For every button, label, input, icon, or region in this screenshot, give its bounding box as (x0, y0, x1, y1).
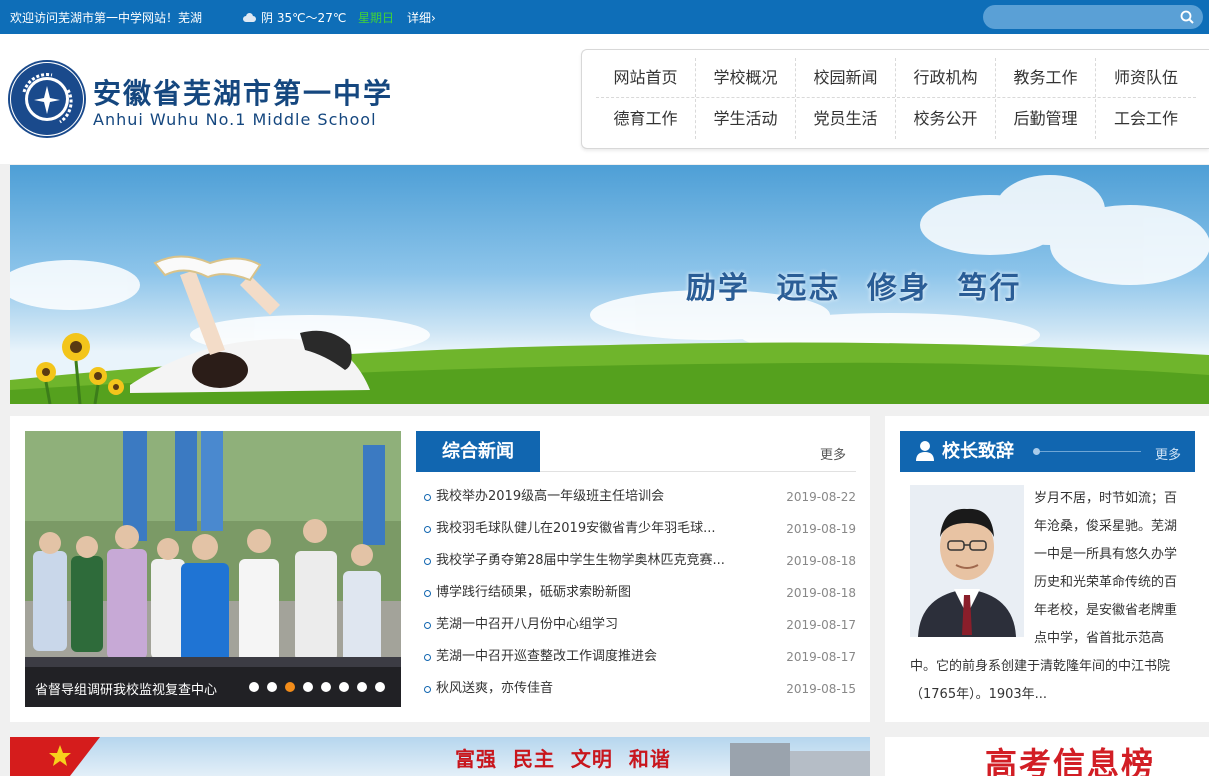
principal-more-link[interactable]: 更多 (1155, 444, 1181, 463)
news-item[interactable]: 博学践行结硕果，砥砺求索盼新图 2019-08-18 (416, 577, 856, 609)
gaokao-title: 高考信息榜 (985, 745, 1156, 776)
news-item-title[interactable]: 我校举办2019级高一年级班主任培训会 (436, 481, 664, 513)
news-item[interactable]: 芜湖一中召开巡查整改工作调度推进会 2019-08-17 (416, 641, 856, 673)
hero-banner: 励学 远志 修身 笃行 (10, 165, 1209, 404)
news-list: 我校举办2019级高一年级班主任培训会 2019-08-22 我校羽毛球队健儿在20… (416, 481, 856, 705)
banner-illustration (10, 175, 1209, 404)
values-banner-art (10, 737, 870, 776)
slider-dot[interactable] (303, 682, 313, 692)
nav-item[interactable]: 校园新闻 (796, 58, 896, 97)
nav-item[interactable]: 党员生活 (796, 99, 896, 139)
news-item-date: 2019-08-15 (786, 682, 856, 696)
nav-item[interactable]: 工会工作 (1096, 99, 1196, 139)
header-divider-dot (1033, 448, 1040, 455)
nav-item[interactable]: 教务工作 (996, 58, 1096, 97)
slider-dot[interactable] (285, 682, 295, 692)
weekday-text: 星期日 (358, 11, 395, 25)
user-icon (916, 441, 934, 461)
main-nav: 网站首页 学校概况 校园新闻 行政机构 教务工作 师资队伍 德育工作 学生活动 … (581, 49, 1209, 149)
slider-dots (249, 682, 385, 692)
weather-detail-link[interactable]: 详细› (407, 9, 436, 26)
search-input[interactable] (993, 5, 1173, 29)
news-item[interactable]: 我校举办2019级高一年级班主任培训会 2019-08-22 (416, 481, 856, 513)
top-bar: 欢迎访问芜湖市第一中学网站！芜湖 阴 35℃～27℃ 星期日 详细› (0, 0, 1209, 34)
news-item[interactable]: 芜湖一中召开八月份中心组学习 2019-08-17 (416, 609, 856, 641)
nav-item[interactable]: 德育工作 (596, 99, 696, 139)
slider-dot[interactable] (267, 682, 277, 692)
nav-item[interactable]: 学生活动 (696, 99, 796, 139)
general-news: 综合新闻 更多 我校举办2019级高一年级班主任培训会 2019-08-22 我校羽… (416, 431, 856, 705)
slider-dot[interactable] (249, 682, 259, 692)
news-item-title[interactable]: 博学践行结硕果，砥砺求索盼新图 (436, 577, 631, 609)
weather-text: 阴 35℃～27℃ (261, 11, 347, 25)
news-item-date: 2019-08-18 (786, 554, 856, 568)
nav-item[interactable]: 校务公开 (896, 99, 996, 139)
school-name-cn: 安徽省芜湖市第一中学 (93, 77, 394, 110)
nav-item[interactable]: 师资队伍 (1096, 58, 1196, 97)
news-item-date: 2019-08-17 (786, 618, 856, 632)
slider-caption-text: 省督导组调研我校监视复查中心 (35, 683, 218, 698)
news-item-date: 2019-08-18 (786, 586, 856, 600)
news-title: 综合新闻 (416, 431, 540, 472)
principal-panel: 校长致辞 更多 岁月不居，时节如流；百年沧桑，俊采星驰。芜湖一中是一所具有悠久办… (885, 416, 1209, 722)
nav-item[interactable]: 学校概况 (696, 58, 796, 97)
news-item[interactable]: 我校羽毛球队健儿在2019安徽省青少年羽毛球... 2019-08-19 (416, 513, 856, 545)
news-more-link[interactable]: 更多 (820, 444, 846, 463)
news-item-date: 2019-08-22 (786, 490, 856, 504)
slider-dot[interactable] (375, 682, 385, 692)
search-box (983, 5, 1203, 29)
news-item[interactable]: 我校学子勇夺第28届中学生生物学奥林匹克竞赛... 2019-08-18 (416, 545, 856, 577)
school-name-en: Anhui Wuhu No.1 Middle School (93, 110, 377, 129)
site-header: 安徽省芜湖市第一中学 Anhui Wuhu No.1 Middle School… (0, 34, 1209, 164)
header-divider (1036, 451, 1141, 452)
news-item-title[interactable]: 芜湖一中召开八月份中心组学习 (436, 609, 618, 641)
principal-message: 岁月不居，时节如流；百年沧桑，俊采星驰。芜湖一中是一所具有悠久办学历史和光荣革命… (910, 485, 1188, 709)
nav-item[interactable]: 行政机构 (896, 58, 996, 97)
news-item-title[interactable]: 芜湖一中召开巡查整改工作调度推进会 (436, 641, 657, 673)
search-icon[interactable] (1180, 10, 1194, 24)
cloud-icon (241, 12, 257, 23)
slider-photo (25, 431, 401, 707)
school-logo[interactable] (10, 62, 84, 136)
news-item-title[interactable]: 秋风送爽，亦传佳音 (436, 673, 553, 705)
news-item-date: 2019-08-17 (786, 650, 856, 664)
photo-slider[interactable]: 省督导组调研我校监视复查中心 (25, 431, 401, 707)
slider-dot[interactable] (357, 682, 367, 692)
news-item[interactable]: 秋风送爽，亦传佳音 2019-08-15 (416, 673, 856, 705)
nav-row-2: 德育工作 学生活动 党员生活 校务公开 后勤管理 工会工作 (596, 99, 1196, 139)
nav-item[interactable]: 网站首页 (596, 58, 696, 97)
principal-title: 校长致辞 (942, 441, 1014, 462)
school-emblem-icon (11, 63, 83, 135)
slider-caption: 省督导组调研我校监视复查中心 (25, 667, 401, 707)
welcome-text: 欢迎访问芜湖市第一中学网站！芜湖 (10, 11, 203, 25)
nav-row-1: 网站首页 学校概况 校园新闻 行政机构 教务工作 师资队伍 (596, 58, 1196, 98)
weather-info: 阴 35℃～27℃ (241, 9, 346, 26)
news-item-title[interactable]: 我校羽毛球队健儿在2019安徽省青少年羽毛球... (436, 513, 715, 545)
slider-dot[interactable] (321, 682, 331, 692)
core-values-slogan: 富强 民主 文明 和谐 (455, 747, 671, 771)
news-item-date: 2019-08-19 (786, 522, 856, 536)
news-panel: 省督导组调研我校监视复查中心 综合新闻 更多 我校举办2019级高一年级班主任培… (10, 416, 870, 722)
slider-dot[interactable] (339, 682, 349, 692)
school-motto: 励学 远志 修身 笃行 (686, 271, 1022, 306)
news-item-title[interactable]: 我校学子勇夺第28届中学生生物学奥林匹克竞赛... (436, 545, 725, 577)
principal-header: 校长致辞 更多 (900, 431, 1195, 472)
nav-item[interactable]: 后勤管理 (996, 99, 1096, 139)
gaokao-banner[interactable]: 高考信息榜 (885, 737, 1209, 776)
values-banner[interactable]: 富强 民主 文明 和谐 (10, 737, 870, 776)
news-header: 综合新闻 更多 (416, 431, 856, 472)
